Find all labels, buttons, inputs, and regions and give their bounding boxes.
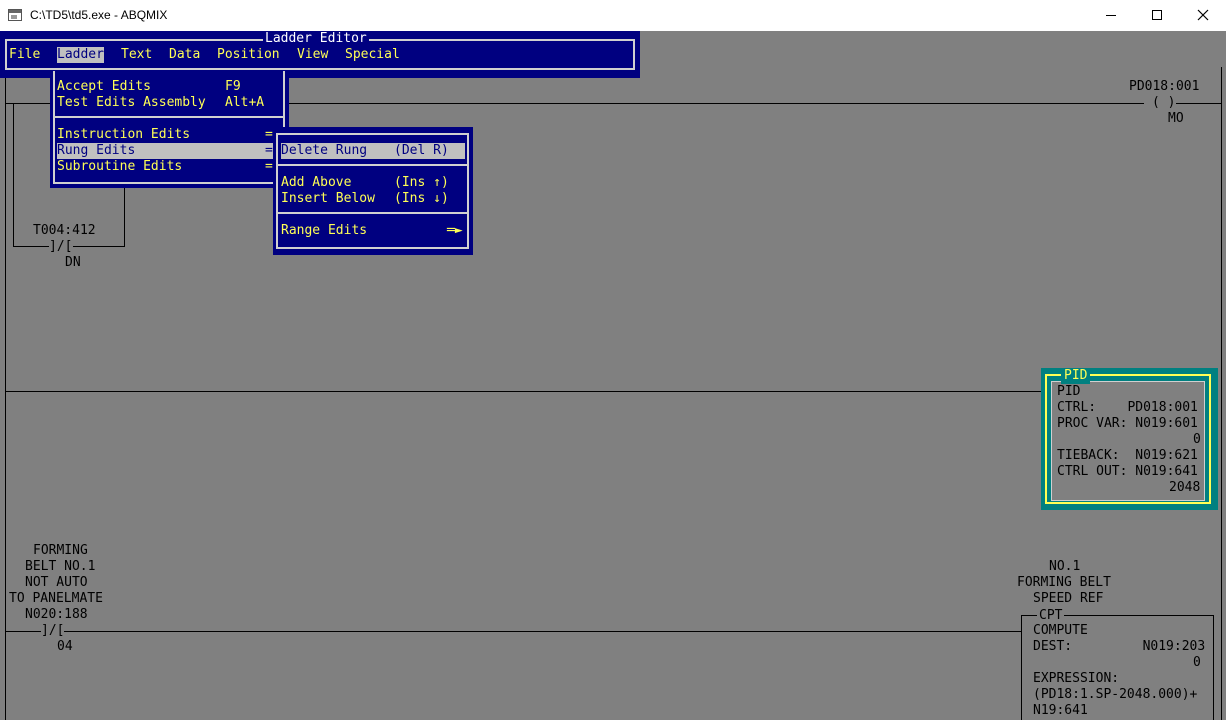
output-desc-line-3: SPEED REF (1033, 591, 1104, 606)
contact-desc-line-3: NOT AUTO (25, 575, 88, 590)
rung-1-branch-bottom-a (13, 246, 49, 247)
cpt-line-dest-value: 0 (1193, 655, 1201, 670)
ladder-editor-screen: T004:412 ]/[ DN PD018:001 ( ) MO PID PID… (0, 31, 1226, 720)
menu-separator (55, 116, 283, 118)
menu-item-add-above[interactable]: Add Above (281, 175, 351, 191)
close-icon (1197, 9, 1209, 21)
menu-text[interactable]: Text (121, 47, 152, 63)
pid-instruction-block[interactable]: PID PID CTRL: PD018:001 PROC VAR: N019:6… (1041, 368, 1218, 510)
right-power-rail (1221, 67, 1222, 720)
output-desc-line-2: FORMING BELT (1017, 575, 1111, 590)
menu-position[interactable]: Position (217, 47, 280, 63)
contact-bit-label-2: 04 (57, 639, 73, 654)
cpt-line-expression-1: (PD18:1.SP-2048.000)+ (1033, 687, 1198, 702)
output-desc-line-1: NO.1 (1049, 559, 1081, 574)
cpt-line-dest: DEST: N019:203 (1033, 639, 1206, 654)
app-window-icon (8, 9, 22, 21)
menu-item-insert-below[interactable]: Insert Below (281, 191, 375, 207)
subroutine-edits-submenu-icon: = (265, 159, 273, 174)
menu-item-rung-edits[interactable]: Rung Edits (57, 143, 273, 159)
menu-separator (278, 212, 468, 214)
contact-desc-line-1: FORMING (33, 543, 88, 558)
close-button[interactable] (1180, 0, 1226, 30)
rung-2-wire (5, 391, 1045, 392)
delete-rung-shortcut: (Del R) (394, 143, 449, 158)
add-above-shortcut: (Ins ↑) (394, 175, 449, 190)
pid-line-proc-var-value: 0 (1193, 432, 1201, 447)
cpt-line-expression-2: N19:641 (1033, 703, 1088, 718)
coil-symbol[interactable]: ( ) (1152, 95, 1176, 111)
cpt-block-title: CPT (1037, 608, 1065, 624)
rung-1-wire-end (1176, 103, 1222, 104)
rung-3-wire (5, 631, 1022, 632)
maximize-icon (1152, 10, 1162, 20)
instruction-edits-submenu-icon: = (265, 127, 273, 142)
menu-file[interactable]: File (9, 47, 40, 63)
window-title: C:\TD5\td5.exe - ABQMIX (30, 8, 168, 22)
test-edits-shortcut: Alt+A (225, 95, 265, 110)
contact-desc-line-4: TO PANELMATE (9, 591, 103, 606)
coil-address: PD018:001 (1129, 79, 1200, 94)
coil-bit-label: MO (1168, 111, 1184, 126)
menu-separator (278, 164, 468, 166)
menu-ladder[interactable]: Ladder (57, 47, 104, 63)
nc-contact-symbol-2[interactable]: ]/[ (41, 623, 65, 639)
minimize-button[interactable] (1088, 0, 1134, 30)
menu-item-instruction-edits[interactable]: Instruction Edits (57, 127, 190, 143)
menu-view[interactable]: View (297, 47, 328, 63)
pid-line-proc-var: PROC VAR: N019:601 (1057, 416, 1198, 431)
rung-edits-submenu: Delete Rung (Del R) Add Above (Ins ↑) In… (273, 127, 473, 255)
pid-line-ctrl-out-value: 2048 (1169, 480, 1201, 495)
menu-item-accept-edits[interactable]: Accept Edits (57, 79, 151, 95)
pid-line-tieback: TIEBACK: N019:621 (1057, 448, 1198, 463)
pid-line-ctrl-out: CTRL OUT: N019:641 (1057, 464, 1198, 479)
pid-line-type: PID (1057, 384, 1081, 399)
menu-item-subroutine-edits[interactable]: Subroutine Edits (57, 159, 182, 175)
accept-edits-shortcut: F9 (225, 79, 241, 94)
pid-line-ctrl: CTRL: PD018:001 (1057, 400, 1198, 415)
menu-special[interactable]: Special (345, 47, 400, 63)
minimize-icon (1106, 14, 1116, 16)
menu-item-range-edits[interactable]: Range Edits (281, 223, 367, 239)
editor-title: Ladder Editor (263, 31, 369, 47)
pid-block-title: PID (1061, 368, 1091, 384)
contact-desc-line-2: BELT NO.1 (25, 559, 96, 574)
menu-data[interactable]: Data (169, 47, 200, 63)
rung-edits-submenu-icon: = (265, 143, 273, 158)
menu-item-test-edits-assembly[interactable]: Test Edits Assembly (57, 95, 206, 111)
range-edits-submenu-icon: ═► (447, 223, 463, 238)
cpt-line-expression-label: EXPRESSION: (1033, 671, 1120, 686)
window-titlebar: C:\TD5\td5.exe - ABQMIX (0, 0, 1226, 32)
contact-address-2: N020:188 (25, 607, 88, 622)
insert-below-shortcut: (Ins ↓) (394, 191, 449, 206)
ladder-dropdown-menu: Accept Edits F9 Test Edits Assembly Alt+… (50, 71, 289, 188)
maximize-button[interactable] (1134, 0, 1180, 30)
cpt-line-compute: COMPUTE (1033, 623, 1088, 638)
